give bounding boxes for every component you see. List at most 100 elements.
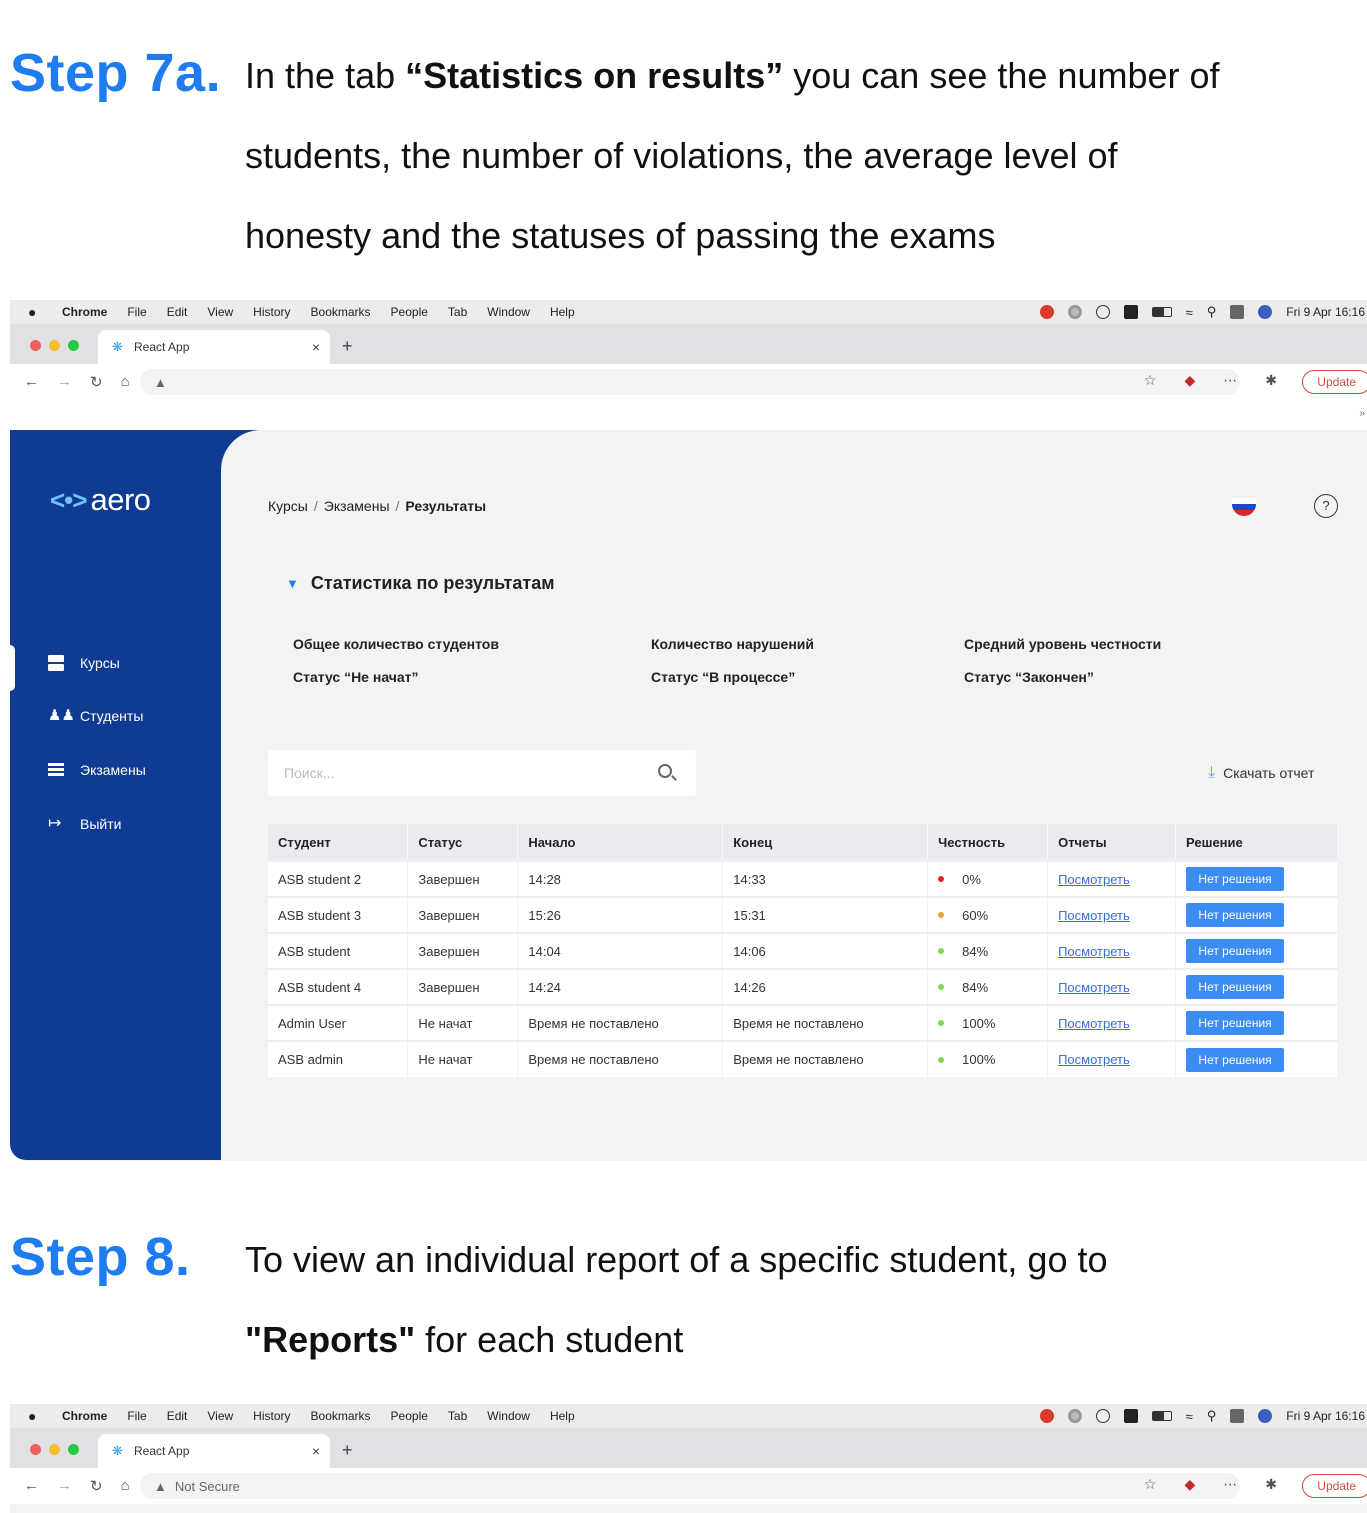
- menu-file[interactable]: File: [127, 1409, 146, 1423]
- no-decision-button[interactable]: Нет решения: [1186, 867, 1285, 891]
- shield-icon[interactable]: ◆: [1184, 1476, 1195, 1493]
- view-report-link[interactable]: Посмотреть: [1058, 872, 1130, 887]
- menu-edit[interactable]: Edit: [167, 1409, 188, 1423]
- siri-icon[interactable]: [1258, 305, 1273, 319]
- language-flag-icon[interactable]: [1232, 498, 1256, 516]
- bookmark-star-icon[interactable]: ☆: [1144, 1476, 1157, 1493]
- menu-view[interactable]: View: [207, 305, 233, 319]
- view-report-link[interactable]: Посмотреть: [1058, 908, 1130, 923]
- aero-logo[interactable]: <•> aero: [50, 482, 151, 518]
- view-report-link[interactable]: Посмотреть: [1058, 980, 1130, 995]
- menu-edit[interactable]: Edit: [167, 305, 188, 319]
- omnibox[interactable]: ▲: [140, 369, 1240, 395]
- tab-close-icon[interactable]: ×: [312, 1443, 320, 1459]
- help-icon[interactable]: ?: [1314, 494, 1338, 518]
- extension-ellipsis-icon[interactable]: ⋯: [1223, 372, 1237, 389]
- siri-icon[interactable]: [1258, 1409, 1273, 1423]
- header-reports[interactable]: Отчеты: [1047, 824, 1177, 861]
- sidebar-item-courses[interactable]: Курсы: [48, 655, 120, 671]
- spotlight-icon[interactable]: ⚲: [1207, 304, 1217, 320]
- apple-icon[interactable]: ●: [28, 1408, 44, 1424]
- header-end[interactable]: Конец: [722, 824, 929, 861]
- update-button[interactable]: Update: [1302, 1474, 1367, 1498]
- menu-help[interactable]: Help: [550, 305, 575, 319]
- tab-close-icon[interactable]: ×: [312, 339, 320, 355]
- control-center-icon[interactable]: [1230, 1409, 1245, 1423]
- menu-app-name[interactable]: Chrome: [62, 1409, 107, 1423]
- header-student[interactable]: Студент: [268, 824, 409, 861]
- back-icon[interactable]: ←: [24, 1477, 39, 1495]
- notification-icon[interactable]: [1039, 1409, 1054, 1423]
- search-icon[interactable]: [658, 764, 672, 778]
- apple-icon[interactable]: ●: [28, 304, 44, 320]
- no-decision-button[interactable]: Нет решения: [1186, 1047, 1285, 1072]
- bookmark-star-icon[interactable]: ☆: [1144, 372, 1157, 389]
- omnibox[interactable]: ▲ Not Secure: [140, 1473, 1240, 1499]
- new-tab-button[interactable]: +: [342, 336, 353, 357]
- battery-icon[interactable]: [1151, 307, 1172, 317]
- new-tab-button[interactable]: +: [342, 1440, 353, 1461]
- menu-bookmarks[interactable]: Bookmarks: [311, 305, 371, 319]
- search-input[interactable]: [268, 750, 638, 796]
- minimize-window-button[interactable]: [49, 1444, 60, 1455]
- home-icon[interactable]: ⌂: [121, 1477, 130, 1495]
- no-decision-button[interactable]: Нет решения: [1186, 939, 1285, 963]
- browser-tab[interactable]: ❋ React App ×: [98, 330, 330, 364]
- menu-people[interactable]: People: [391, 1409, 428, 1423]
- browser-tab[interactable]: ❋ React App ×: [98, 1434, 330, 1468]
- close-window-button[interactable]: [30, 340, 41, 351]
- back-icon[interactable]: ←: [24, 373, 39, 391]
- update-button[interactable]: Update: [1302, 370, 1367, 394]
- bookmarks-more-icon[interactable]: »: [1359, 408, 1365, 419]
- spotlight-icon[interactable]: ⚲: [1207, 1408, 1217, 1424]
- view-report-link[interactable]: Посмотреть: [1058, 1016, 1130, 1031]
- header-status[interactable]: Статус: [407, 824, 519, 861]
- menu-bookmarks[interactable]: Bookmarks: [311, 1409, 371, 1423]
- circle-icon[interactable]: [1067, 1409, 1082, 1423]
- maximize-window-button[interactable]: [68, 340, 79, 351]
- header-start[interactable]: Начало: [517, 824, 724, 861]
- menu-window[interactable]: Window: [487, 305, 530, 319]
- circle-icon[interactable]: [1067, 305, 1082, 319]
- play-icon[interactable]: [1095, 305, 1110, 319]
- maximize-window-button[interactable]: [68, 1444, 79, 1455]
- reload-icon[interactable]: ↻: [90, 1477, 103, 1495]
- menu-help[interactable]: Help: [550, 1409, 575, 1423]
- shield-icon[interactable]: ◆: [1184, 372, 1195, 389]
- puzzle-icon[interactable]: ✱: [1265, 372, 1277, 389]
- view-report-link[interactable]: Посмотреть: [1058, 944, 1130, 959]
- sidebar-item-exams[interactable]: Экзамены: [48, 762, 146, 778]
- puzzle-icon[interactable]: ✱: [1265, 1476, 1277, 1493]
- view-report-link[interactable]: Посмотреть: [1058, 1052, 1130, 1067]
- control-center-icon[interactable]: [1230, 305, 1245, 319]
- reload-icon[interactable]: ↻: [90, 373, 103, 391]
- sidebar-item-exit[interactable]: ↦ Выйти: [48, 816, 121, 833]
- extension-ellipsis-icon[interactable]: ⋯: [1223, 1476, 1237, 1493]
- menu-app-name[interactable]: Chrome: [62, 305, 107, 319]
- sidebar-item-students[interactable]: ♟♟ Студенты: [48, 708, 143, 725]
- battery-icon[interactable]: [1151, 1411, 1172, 1421]
- menu-history[interactable]: History: [253, 1409, 290, 1423]
- forward-icon[interactable]: →: [57, 373, 72, 391]
- home-icon[interactable]: ⌂: [121, 373, 130, 391]
- forward-icon[interactable]: →: [57, 1477, 72, 1495]
- no-decision-button[interactable]: Нет решения: [1186, 903, 1285, 927]
- menu-window[interactable]: Window: [487, 1409, 530, 1423]
- wifi-icon[interactable]: ≈: [1186, 305, 1193, 320]
- menu-history[interactable]: History: [253, 305, 290, 319]
- input-source-icon[interactable]: [1123, 1409, 1138, 1423]
- download-report-button[interactable]: ⤓ Скачать отчет: [1208, 764, 1314, 782]
- breadcrumb-exams[interactable]: Экзамены: [324, 498, 390, 514]
- notification-icon[interactable]: [1039, 305, 1054, 319]
- no-decision-button[interactable]: Нет решения: [1186, 1011, 1285, 1035]
- minimize-window-button[interactable]: [49, 340, 60, 351]
- header-honesty[interactable]: Честность: [927, 824, 1049, 861]
- play-icon[interactable]: [1095, 1409, 1110, 1423]
- breadcrumb-courses[interactable]: Курсы: [268, 498, 308, 514]
- menu-view[interactable]: View: [207, 1409, 233, 1423]
- menu-file[interactable]: File: [127, 305, 146, 319]
- wifi-icon[interactable]: ≈: [1186, 1409, 1193, 1424]
- header-decision[interactable]: Решение: [1175, 824, 1338, 861]
- close-window-button[interactable]: [30, 1444, 41, 1455]
- input-source-icon[interactable]: [1123, 305, 1138, 319]
